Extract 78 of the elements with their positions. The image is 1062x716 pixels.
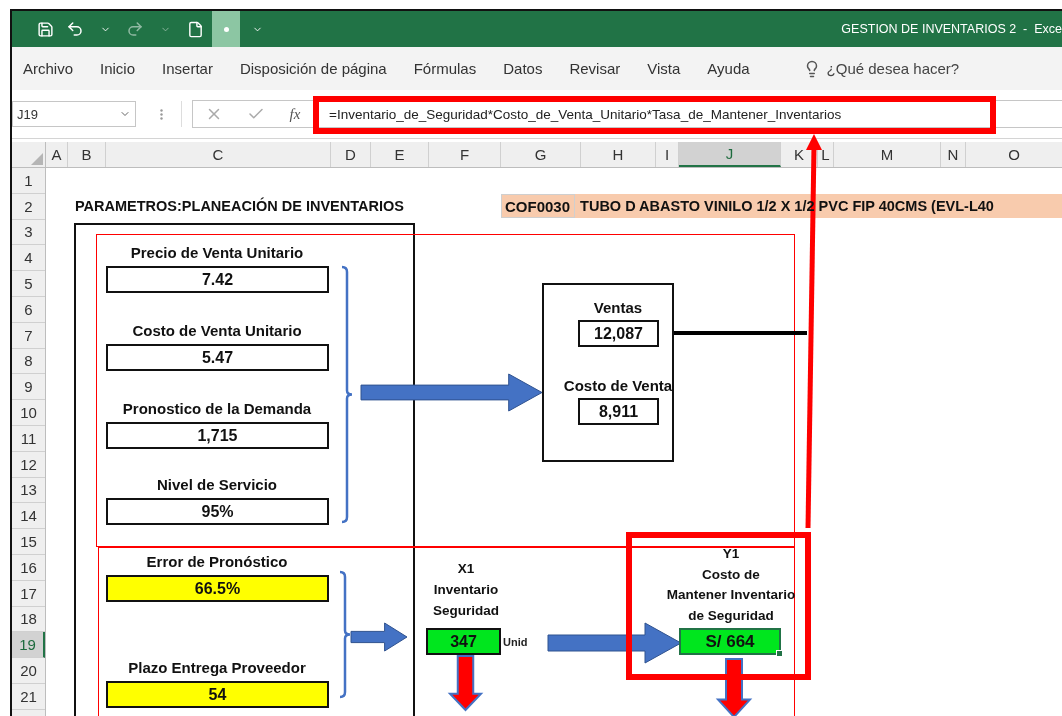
column-header[interactable]: N (941, 142, 966, 167)
menu-item[interactable]: Disposición de página (239, 56, 387, 81)
down-arrow (450, 656, 481, 710)
result-value: 12,087 (578, 320, 659, 347)
product-code: COF0030 (501, 194, 576, 218)
column-header[interactable]: C (106, 142, 331, 167)
input-value: 54 (106, 681, 329, 708)
heading-text: Inventario (432, 583, 500, 597)
input-label: Plazo Entrega Proveedor (127, 660, 307, 675)
row-header[interactable]: 12 (12, 451, 45, 478)
input-value: 1,715 (106, 422, 329, 449)
row-header[interactable]: 19 (12, 632, 45, 659)
holding-cost-cell[interactable]: S/ 664 (679, 628, 781, 655)
grip-icon (160, 108, 163, 120)
row-header[interactable]: 17 (12, 580, 45, 607)
row-header[interactable]: 16 (12, 554, 45, 581)
heading-text: Y1 (721, 547, 741, 561)
result-label: Ventas (592, 300, 644, 315)
input-value: 5.47 (106, 344, 329, 371)
safety-stock-value: 347 (426, 628, 501, 655)
menu-item[interactable]: Ayuda (707, 56, 750, 81)
row-header[interactable]: 11 (12, 425, 45, 452)
menu-item[interactable]: Vista (647, 56, 681, 81)
select-all-icon[interactable] (31, 153, 43, 165)
column-header[interactable]: D (331, 142, 371, 167)
result-label: Costo de Venta (562, 378, 674, 393)
row-header[interactable]: 3 (12, 219, 45, 246)
row-header[interactable]: 13 (12, 477, 45, 504)
result-value: 8,911 (578, 398, 659, 425)
input-label: Pronostico de la Demanda (121, 401, 313, 416)
row-header[interactable]: 4 (12, 245, 45, 272)
row-header[interactable]: 14 (12, 503, 45, 530)
heading-text: X1 (456, 562, 476, 576)
formula-field[interactable]: =Inventario_de_Seguridad*Costo_de_Venta_Unitario*Tasa_de_Mantener_Inventarios (318, 100, 1062, 128)
heading-text: Seguridad (432, 604, 500, 618)
menu-item[interactable]: Datos (503, 56, 543, 81)
down-arrow (718, 659, 750, 716)
row-header[interactable]: 1 (12, 168, 45, 194)
row-header[interactable]: 20 (12, 658, 45, 684)
input-label: Error de Pronóstico (145, 554, 289, 569)
input-label: Nivel de Servicio (155, 477, 279, 492)
row-header[interactable]: 7 (12, 322, 45, 349)
heading-text: de Seguridad (687, 608, 775, 622)
row-header[interactable]: 2 (12, 193, 45, 220)
input-value: 95% (106, 498, 329, 525)
menu-item[interactable]: Inicio (100, 56, 136, 81)
heading-text: Costo de (701, 567, 761, 581)
input-value: 7.42 (106, 266, 329, 293)
row-header[interactable]: 9 (12, 374, 45, 401)
column-header[interactable]: O (966, 142, 1062, 167)
name-box[interactable]: J19 (12, 101, 136, 127)
column-header[interactable]: A (46, 142, 68, 167)
column-header[interactable]: E (371, 142, 429, 167)
arrow (351, 623, 407, 651)
column-header[interactable]: M (834, 142, 941, 167)
column-header[interactable]: F (429, 142, 501, 167)
unit-label: Unid (503, 636, 528, 648)
tell-me-field[interactable]: ¿Qué desea hacer? (826, 60, 960, 77)
input-label: Precio de Venta Unitario (129, 245, 305, 260)
row-header[interactable]: 6 (12, 297, 45, 323)
sheet-title: PARAMETROS:PLANEACIÓN DE INVENTARIOS (75, 198, 404, 214)
input-value: 66.5% (106, 575, 329, 602)
row-header[interactable]: 8 (12, 348, 45, 375)
column-header[interactable]: B (68, 142, 106, 167)
insert-function-button[interactable]: fx (277, 105, 313, 123)
column-header[interactable]: G (501, 142, 581, 167)
window-title: GESTION DE INVENTARIOS 2 - Exce (841, 22, 1062, 36)
menu-item[interactable]: Fórmulas (413, 56, 477, 81)
column-header[interactable]: J (679, 142, 781, 167)
menu-item[interactable]: Revisar (569, 56, 621, 81)
row-header[interactable]: 10 (12, 400, 45, 426)
column-header[interactable]: H (581, 142, 656, 167)
row-header[interactable]: 5 (12, 271, 45, 297)
input-label: Costo de Venta Unitario (131, 323, 303, 338)
row-header[interactable]: 15 (12, 529, 45, 555)
row-header[interactable]: 21 (12, 683, 45, 710)
menu-item[interactable]: Insertar (162, 56, 213, 81)
menu-item[interactable]: Archivo (23, 56, 74, 81)
